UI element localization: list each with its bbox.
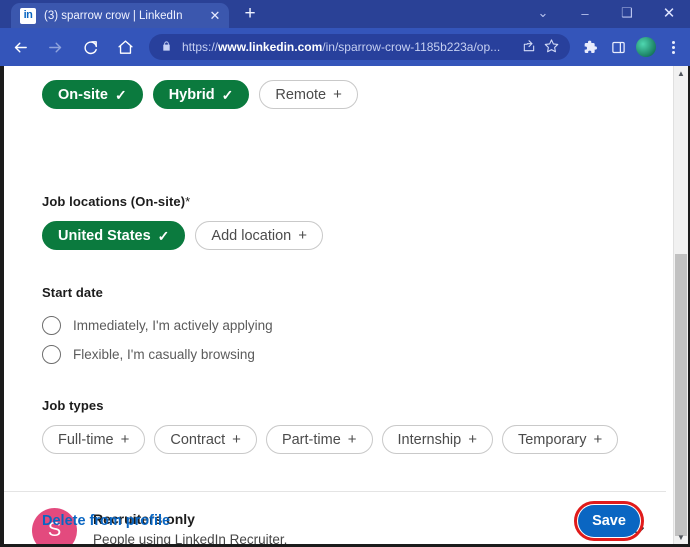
plus-icon: + [347,431,357,448]
linkedin-icon: in [20,7,36,24]
chip-part-time[interactable]: Part-time + [265,425,373,454]
address-bar[interactable]: https://www.linkedin.com/in/sparrow-crow… [149,34,570,60]
job-locations-label: Job locations (On-site)* [42,194,190,209]
browser-menu-icon[interactable] [660,33,686,61]
tab-search-icon[interactable]: ⌄ [522,0,564,26]
chip-label: Internship [397,431,462,448]
plus-icon: + [593,431,603,448]
check-icon: ✓ [221,86,234,103]
dot [671,50,675,54]
chip-temporary[interactable]: Temporary + [501,425,619,454]
save-button-wrapper: Save [574,501,644,541]
save-button[interactable]: Save [578,505,640,537]
dot [671,40,675,44]
plus-icon: + [232,431,241,448]
minimize-button[interactable]: – [564,0,606,26]
browser-toolbar: https://www.linkedin.com/in/sparrow-crow… [0,28,690,66]
dot [671,45,675,49]
radio-label: Immediately, I'm actively applying [73,317,273,333]
scrollbar-thumb[interactable] [675,254,687,536]
chip-hybrid[interactable]: Hybrid ✓ [152,80,250,109]
tab-close-icon[interactable]: ✕ [207,8,223,24]
profile-avatar-icon[interactable] [632,33,660,61]
chip-united-states[interactable]: United States ✓ [42,221,186,250]
tab-strip: in (3) sparrow crow | LinkedIn ✕ + ⌄ – ❑… [0,0,690,28]
chip-label: Contract [170,431,226,448]
tab-title: (3) sparrow crow | LinkedIn [44,9,183,22]
chip-label: Remote [275,86,327,103]
browser-window: in (3) sparrow crow | LinkedIn ✕ + ⌄ – ❑… [0,0,690,547]
reload-icon[interactable] [75,32,105,62]
check-icon: ✓ [114,86,127,103]
browser-tab-linkedin[interactable]: in (3) sparrow crow | LinkedIn ✕ [11,3,229,28]
new-tab-button[interactable]: + [240,4,260,24]
job-locations-label-text: Job locations (On-site) [42,194,186,209]
plus-icon: + [120,431,130,448]
maximize-button[interactable]: ❑ [606,0,648,26]
bookmark-star-icon[interactable] [540,38,562,56]
plus-icon: + [333,86,342,103]
lock-icon [161,40,174,55]
required-asterisk: * [185,194,191,209]
job-type-chips: Full-time + Contract + Part-time + Inter… [42,425,619,454]
chip-internship[interactable]: Internship + [381,425,493,454]
workplace-type-chips: On-site ✓ Hybrid ✓ Remote + [42,80,358,109]
radio-button[interactable] [42,315,61,335]
side-panel-icon[interactable] [604,33,632,61]
delete-from-profile-link[interactable]: Delete from profile [42,513,578,529]
start-date-label: Start date [42,285,103,300]
chip-label: Part-time [281,431,341,448]
url-text: https://www.linkedin.com/in/sparrow-crow… [182,40,518,54]
back-icon[interactable] [5,32,35,62]
home-icon[interactable] [110,32,140,62]
chip-label: Full-time [58,431,114,448]
window-controls: ⌄ – ❑ ✕ [522,0,690,26]
radio-immediately[interactable]: Immediately, I'm actively applying [42,311,273,339]
radio-label: Flexible, I'm casually browsing [73,346,255,362]
job-location-chips: United States ✓ Add location + [42,221,323,250]
url-path: /in/sparrow-crow-1185b223a/op... [322,40,501,54]
chip-label: Hybrid [168,86,215,103]
avatar [636,37,656,57]
url-scheme: https:// [182,40,219,54]
forward-icon[interactable] [40,32,70,62]
plus-icon: + [298,227,307,244]
close-window-button[interactable]: ✕ [648,0,690,26]
chip-label: On-site [58,86,108,103]
chip-label: Temporary [517,431,587,448]
page-viewport: On-site ✓ Hybrid ✓ Remote + Job location… [0,66,690,547]
scroll-down-icon[interactable]: ▼ [674,530,688,544]
chip-add-location[interactable]: Add location + [195,221,323,250]
radio-button[interactable] [42,344,61,364]
chip-contract[interactable]: Contract + [154,425,257,454]
chip-on-site[interactable]: On-site ✓ [42,80,143,109]
scroll-up-icon[interactable]: ▲ [674,66,688,80]
chip-label: Add location [211,227,292,244]
modal-footer: Delete from profile Save [4,498,666,544]
chip-remote[interactable]: Remote + [259,80,358,109]
url-domain: www.linkedin.com [218,40,323,54]
share-icon[interactable] [518,39,540,56]
plus-icon: + [468,431,477,448]
check-icon: ✓ [157,227,170,244]
page-scrollbar[interactable]: ▲ ▼ [673,66,688,544]
job-preferences-modal: On-site ✓ Hybrid ✓ Remote + Job location… [4,66,672,544]
extensions-icon[interactable] [576,33,604,61]
chip-label: United States [58,227,151,244]
job-types-label: Job types [42,398,104,413]
radio-flexible[interactable]: Flexible, I'm casually browsing [42,340,255,368]
chip-full-time[interactable]: Full-time + [42,425,146,454]
